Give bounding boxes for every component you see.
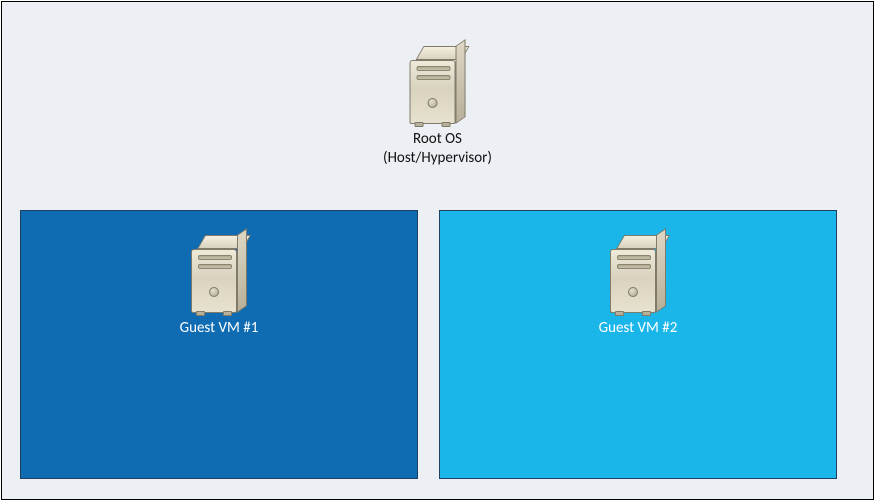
guest-vm-2-panel: Guest VM #2 <box>439 210 837 479</box>
server-icon <box>191 235 247 313</box>
root-os-label-line2: (Host/Hypervisor) <box>383 149 492 167</box>
server-icon <box>409 46 465 124</box>
server-icon <box>610 235 666 313</box>
root-os-label-line1: Root OS <box>413 130 462 148</box>
root-os-label: Root OS (Host/Hypervisor) <box>383 130 492 168</box>
diagram-canvas: Root OS (Host/Hypervisor) Guest VM #1 <box>1 1 874 500</box>
guest-vm-1-panel: Guest VM #1 <box>20 210 418 479</box>
guest-vm-2-label: Guest VM #2 <box>599 319 678 337</box>
guest-panels: Guest VM #1 Guest VM #2 <box>20 210 837 479</box>
guest-vm-1-label: Guest VM #1 <box>180 319 259 337</box>
root-os-node: Root OS (Host/Hypervisor) <box>383 46 492 168</box>
